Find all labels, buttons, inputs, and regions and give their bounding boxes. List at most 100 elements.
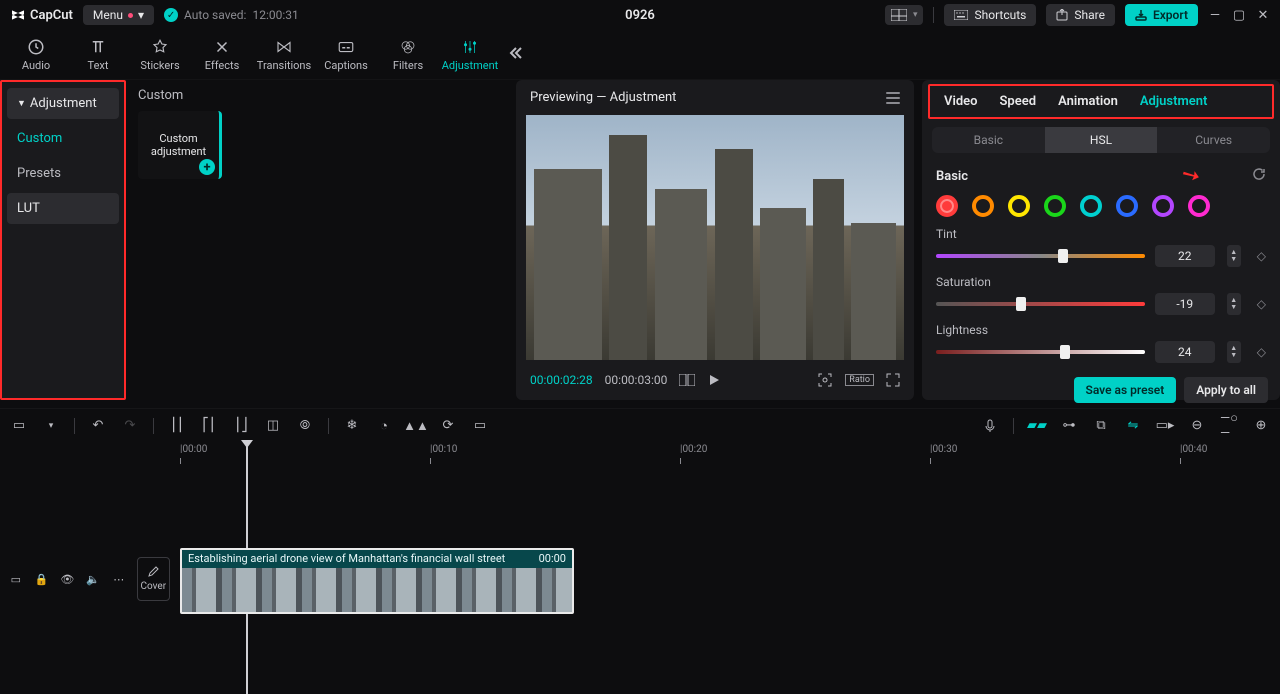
play-button[interactable] (707, 373, 721, 387)
selection-tool[interactable]: ▭ (10, 418, 28, 433)
saturation-stepper[interactable]: ▲▼ (1227, 293, 1241, 315)
collapse-panel-button[interactable] (508, 45, 524, 65)
track-visibility-button[interactable]: 👁 (59, 573, 75, 586)
project-title[interactable]: 0926 (625, 8, 655, 23)
inspector-tab-adjustment[interactable]: Adjustment (1140, 94, 1208, 109)
redo-button[interactable]: ↷ (121, 418, 139, 433)
apply-to-all-button[interactable]: Apply to all (1184, 377, 1268, 403)
speed-button[interactable]: ◔ (375, 418, 393, 434)
subtab-basic[interactable]: Basic (932, 127, 1045, 153)
timeline-ruler[interactable]: |00:00 |00:10 |00:20 |00:30 |00:40 (0, 442, 1280, 464)
crop-button[interactable]: ◫ (264, 418, 282, 433)
delete-left-button[interactable]: ⎡⎮ (200, 418, 218, 433)
delete-right-button[interactable]: ⎮⎦ (232, 418, 250, 433)
saturation-slider[interactable] (936, 302, 1145, 306)
tab-text[interactable]: Text (68, 31, 128, 79)
lightness-slider[interactable] (936, 350, 1145, 354)
tint-stepper[interactable]: ▲▼ (1227, 245, 1241, 267)
lightness-stepper[interactable]: ▲▼ (1227, 341, 1241, 363)
saturation-keyframe-button[interactable]: ◇ (1251, 297, 1266, 311)
magnet-button[interactable]: ▰▰ (1028, 418, 1046, 433)
shortcuts-button[interactable]: Shortcuts (944, 4, 1036, 26)
tint-value[interactable]: 22 (1155, 245, 1215, 267)
tint-slider[interactable] (936, 254, 1145, 258)
swatch-green[interactable] (1044, 195, 1066, 217)
save-as-preset-button[interactable]: Save as preset (1074, 377, 1177, 403)
link-button[interactable]: ⊶ (1060, 418, 1078, 433)
record-button[interactable] (981, 419, 999, 433)
fullscreen-button[interactable] (886, 373, 900, 387)
add-to-timeline-button[interactable]: + (199, 159, 215, 175)
track-toggle-button[interactable]: ▭ (8, 573, 24, 586)
keyboard-icon (954, 10, 968, 20)
window-maximize-button[interactable]: ▢ (1232, 8, 1246, 22)
share-button[interactable]: Share (1046, 4, 1115, 26)
sidebar-item-presets[interactable]: Presets (7, 158, 119, 189)
swatch-cyan[interactable] (1080, 195, 1102, 217)
mic-icon (983, 419, 997, 433)
track-lock-button[interactable]: 🔒 (34, 573, 50, 586)
reset-button[interactable] (1252, 167, 1266, 185)
video-clip[interactable]: Establishing aerial drone view of Manhat… (180, 548, 574, 614)
track-mute-button[interactable]: 🔈 (85, 573, 101, 586)
timeline: ▭ 🔒 👁 🔈 ⋯ Cover Establishing aerial dron… (0, 464, 1280, 694)
selection-tool-dropdown[interactable]: ▾ (42, 421, 60, 431)
swatch-purple[interactable] (1152, 195, 1174, 217)
crop-focus-button[interactable] (817, 372, 833, 388)
subtab-hsl[interactable]: HSL (1045, 127, 1158, 153)
swatch-magenta[interactable] (1188, 195, 1210, 217)
chain-button[interactable]: ⧉ (1092, 418, 1110, 433)
zoom-in-button[interactable]: ⊕ (1252, 418, 1270, 433)
track-more-button[interactable]: ⋯ (111, 573, 127, 586)
inspector-tab-speed[interactable]: Speed (1000, 94, 1037, 109)
preview-viewport[interactable] (526, 115, 904, 360)
mirror-button[interactable]: ▲▲ (407, 418, 425, 434)
tab-transitions[interactable]: Transitions (254, 31, 314, 79)
current-timecode: 00:00:02:28 (530, 373, 593, 387)
window-minimize-button[interactable]: — (1208, 8, 1222, 22)
saturation-slider-thumb[interactable] (1016, 297, 1026, 311)
menu-button[interactable]: Menu ▾ (83, 5, 154, 25)
layout-button[interactable]: ▾ (885, 5, 924, 25)
tab-effects[interactable]: Effects (192, 31, 252, 79)
split-button[interactable]: ⎮⎮ (168, 418, 186, 433)
aspect-ratio-button[interactable]: Ratio (845, 374, 874, 386)
tint-slider-thumb[interactable] (1058, 249, 1068, 263)
lightness-keyframe-button[interactable]: ◇ (1251, 345, 1266, 359)
tab-adjustment[interactable]: Adjustment (440, 31, 500, 79)
tab-filters[interactable]: Filters (378, 31, 438, 79)
zoom-out-button[interactable]: ⊖ (1188, 418, 1206, 433)
tab-stickers[interactable]: Stickers (130, 31, 190, 79)
inspector-tab-video[interactable]: Video (944, 94, 978, 109)
tab-captions[interactable]: Captions (316, 31, 376, 79)
saturation-value[interactable]: -19 (1155, 293, 1215, 315)
tab-audio[interactable]: Audio (6, 31, 66, 79)
snap-button[interactable]: ⇋ (1124, 418, 1142, 433)
inspector-tab-animation[interactable]: Animation (1058, 94, 1118, 109)
sidebar-item-lut[interactable]: LUT (7, 193, 119, 224)
aspect-button[interactable]: ▭ (471, 418, 489, 433)
window-close-button[interactable]: ✕ (1256, 8, 1270, 22)
timeline-tracks[interactable]: Establishing aerial drone view of Manhat… (178, 464, 1280, 694)
tint-keyframe-button[interactable]: ◇ (1251, 249, 1266, 263)
cover-button[interactable]: Cover (137, 557, 170, 601)
subtab-curves[interactable]: Curves (1157, 127, 1270, 153)
preview-menu-button[interactable] (886, 92, 900, 104)
reverse-button[interactable]: ⦾ (296, 418, 314, 433)
swatch-yellow[interactable] (1008, 195, 1030, 217)
zoom-slider[interactable]: —○— (1220, 410, 1238, 441)
undo-button[interactable]: ↶ (89, 418, 107, 433)
swatch-blue[interactable] (1116, 195, 1138, 217)
export-button[interactable]: Export (1125, 4, 1198, 26)
rotate-button[interactable]: ⟳ (439, 418, 457, 433)
swatch-orange[interactable] (972, 195, 994, 217)
sidebar-item-custom[interactable]: Custom (7, 123, 119, 154)
sidebar-group-adjustment[interactable]: ▼ Adjustment (7, 88, 119, 119)
lightness-slider-thumb[interactable] (1060, 345, 1070, 359)
compare-toggle-button[interactable] (679, 374, 695, 386)
preview-render-button[interactable]: ▭▸ (1156, 418, 1174, 433)
freeze-button[interactable]: ❄ (343, 418, 361, 433)
asset-custom-adjustment[interactable]: Custom adjustment + (138, 111, 222, 179)
swatch-red[interactable] (936, 195, 958, 217)
lightness-value[interactable]: 24 (1155, 341, 1215, 363)
